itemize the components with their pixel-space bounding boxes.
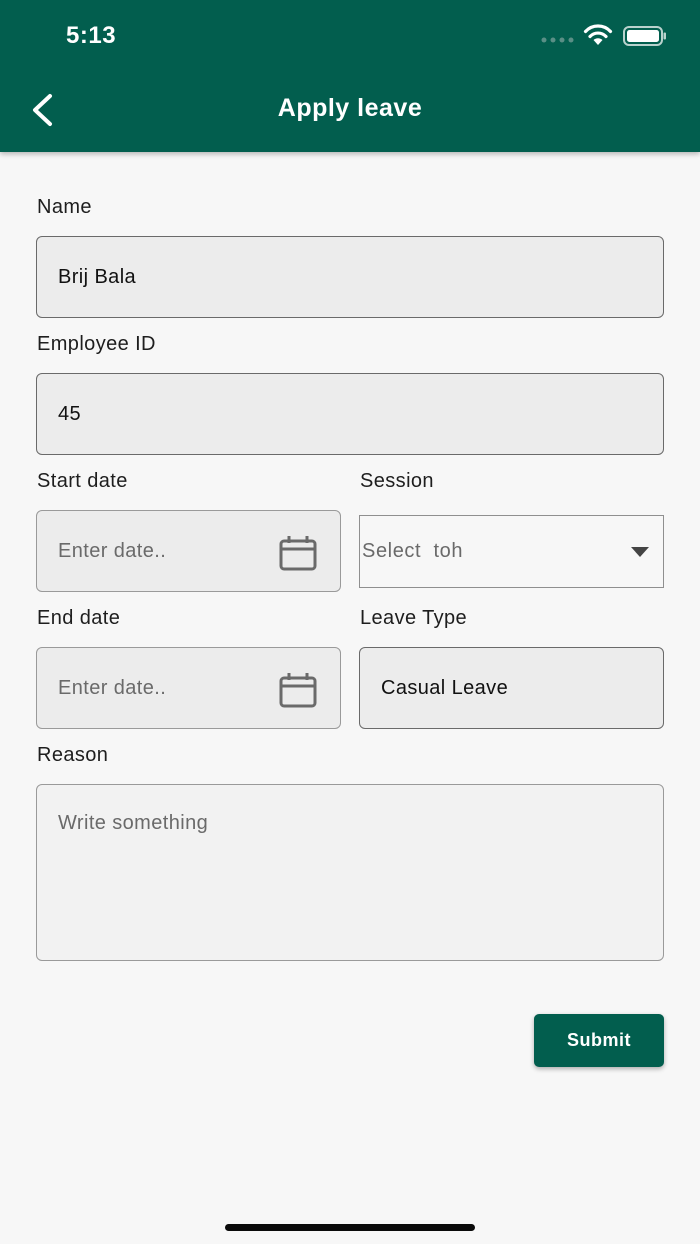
employee-id-value: 45 (58, 402, 82, 425)
reason-label: Reason (37, 744, 109, 766)
page-title: Apply leave (277, 94, 423, 122)
name-label: Name (37, 196, 92, 218)
home-indicator[interactable] (225, 1224, 475, 1231)
caret-down-icon (631, 547, 649, 557)
submit-button[interactable]: Submit (534, 1014, 664, 1067)
employee-id-label: Employee ID (37, 333, 156, 355)
employee-id-field[interactable]: 45 (36, 373, 664, 455)
name-field[interactable]: Brij Bala (36, 236, 664, 318)
leave-type-label: Leave Type (360, 607, 468, 629)
end-date-field[interactable]: Enter date.. (36, 647, 341, 729)
app-bar: 5:13 Apply leave (0, 0, 700, 152)
name-value: Brij Bala (58, 265, 137, 288)
leave-type-field[interactable]: Casual Leave (359, 647, 664, 729)
apply-leave-screen: 5:13 Apply leave Name Brij Bala Employee… (0, 0, 700, 1244)
start-date-field[interactable]: Enter date.. (36, 510, 341, 592)
end-date-placeholder: Enter date.. (58, 676, 167, 699)
start-date-label: Start date (37, 470, 128, 492)
leave-type-value: Casual Leave (381, 676, 509, 699)
wifi-icon (583, 24, 613, 45)
cellular-signal-icon (541, 37, 574, 43)
reason-textarea[interactable]: Write something (36, 784, 664, 961)
start-date-placeholder: Enter date.. (58, 539, 167, 562)
end-date-label: End date (37, 607, 121, 629)
calendar-icon[interactable] (279, 672, 317, 708)
session-selected: Select toh (362, 540, 464, 562)
battery-icon (623, 26, 666, 46)
status-time: 5:13 (66, 22, 117, 49)
session-label: Session (360, 470, 434, 492)
calendar-icon[interactable] (279, 535, 317, 571)
reason-placeholder: Write something (58, 812, 209, 834)
session-dropdown[interactable]: Select toh (359, 515, 664, 588)
